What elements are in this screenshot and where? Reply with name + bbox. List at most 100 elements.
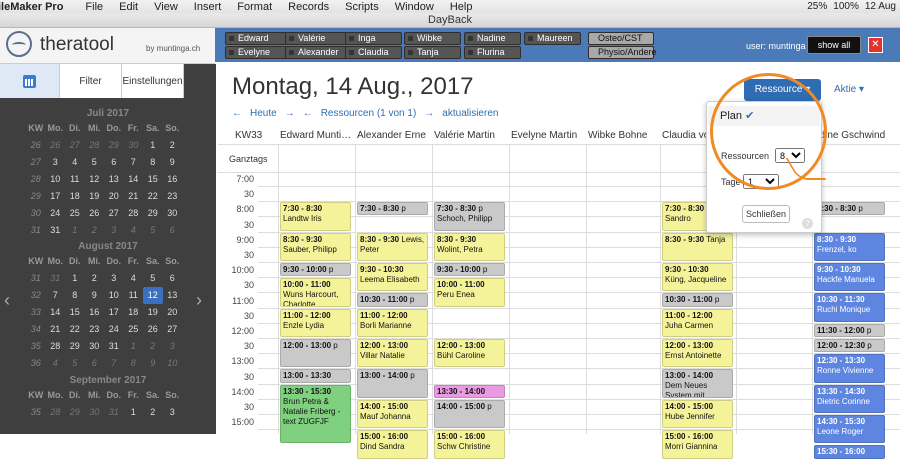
calendar-day[interactable]: 28 [85, 137, 105, 154]
menu-view[interactable]: View [154, 1, 178, 13]
column-header[interactable]: Wibke Bohne [588, 130, 662, 141]
calendar-day[interactable]: 22 [143, 188, 163, 205]
close-icon[interactable]: ✕ [868, 37, 883, 53]
tab-filter[interactable]: Filter [60, 64, 122, 98]
calendar-day[interactable]: 5 [65, 355, 85, 372]
event-block[interactable]: 8:30 - 9:30 Sauber, Philipp [280, 232, 351, 261]
calendar-day[interactable]: 13 [163, 287, 183, 304]
calendar-day[interactable]: 8 [124, 355, 144, 372]
event-block[interactable]: 10:00 - 11:00 Peru Enea [434, 278, 505, 307]
calendar-day[interactable]: 11 [65, 171, 85, 188]
chevron-left-icon[interactable]: ‹ [4, 290, 10, 311]
calendar-day[interactable]: 3 [46, 154, 66, 171]
calendar-day[interactable]: 30 [124, 137, 144, 154]
resource-claudia[interactable]: Claudia [345, 46, 402, 59]
calendar-day[interactable]: 14 [124, 171, 144, 188]
calendar-day[interactable]: 18 [65, 188, 85, 205]
calendar-day[interactable]: 14 [46, 304, 66, 321]
event-block[interactable]: 10:30 - 11:30 Ruchi Monique [814, 293, 885, 322]
calendar-day[interactable]: 16 [163, 171, 183, 188]
calendar-day[interactable]: 24 [46, 205, 66, 222]
menu-help[interactable]: Help [450, 1, 473, 13]
calendar-day[interactable]: 23 [85, 321, 105, 338]
menu-file[interactable]: File [85, 1, 103, 13]
event-block[interactable]: 11:00 - 12:00 Enzle Lydia [280, 308, 351, 337]
calendar-day[interactable]: 9 [163, 154, 183, 171]
event-block[interactable]: 13:00 - 13:30 Dem [280, 369, 351, 383]
tab-settings[interactable]: Einstellungen [122, 64, 184, 98]
column-header[interactable]: Alexander Erne [357, 130, 431, 141]
calendar-day[interactable]: 26 [46, 137, 66, 154]
calendar-day[interactable]: 27 [65, 137, 85, 154]
calendar-day[interactable]: 6 [104, 154, 124, 171]
event-block[interactable]: 11:30 - 12:00 p [814, 323, 885, 337]
calendar-day[interactable]: 8 [65, 287, 85, 304]
calendar-day[interactable]: 13 [104, 171, 124, 188]
event-block[interactable]: 9:30 - 10:30 Hackfe Manuela [814, 263, 885, 292]
resource-nadine[interactable]: Nadine [464, 32, 521, 45]
calendar-day[interactable]: 10 [104, 287, 124, 304]
calendar-day[interactable]: 29 [143, 205, 163, 222]
resources-nav[interactable]: Ressourcen (1 von 1) [321, 108, 417, 119]
calendar-day[interactable]: 29 [65, 338, 85, 355]
event-block[interactable]: 11:00 - 12:00 Juha Carmen [662, 308, 733, 337]
calendar-day[interactable]: 2 [143, 338, 163, 355]
calendar-day[interactable]: 21 [124, 188, 144, 205]
calendar-day[interactable]: 1 [143, 137, 163, 154]
calendar-day[interactable]: 11 [124, 287, 144, 304]
calendar-day[interactable]: 30 [163, 205, 183, 222]
calendar-day[interactable]: 31 [46, 270, 66, 287]
refresh-link[interactable]: aktualisieren [442, 108, 498, 119]
calendar-day[interactable]: 1 [65, 270, 85, 287]
calendar-day[interactable]: 28 [124, 205, 144, 222]
calendar-day[interactable]: 30 [85, 338, 105, 355]
event-block[interactable]: 7:30 - 8:30 p Schoch, Philipp [434, 202, 505, 231]
calendar-day[interactable]: 27 [163, 321, 183, 338]
event-block[interactable]: 14:00 - 15:00 Mauf Johanna [357, 399, 428, 429]
calendar-day[interactable]: 31 [46, 222, 66, 239]
calendar-day[interactable]: 2 [85, 270, 105, 287]
calendar-day[interactable]: 7 [46, 287, 66, 304]
calendar-day[interactable]: 5 [85, 154, 105, 171]
calendar-day[interactable]: 1 [124, 404, 144, 421]
menu-scripts[interactable]: Scripts [345, 1, 379, 13]
calendar-day[interactable]: 4 [124, 222, 144, 239]
event-block[interactable]: 14:00 - 15:00 p [434, 399, 505, 429]
event-block[interactable]: 11:00 - 12:00 Borli Marianne [357, 308, 428, 337]
event-block[interactable]: 15:30 - 16:00 Pelli [814, 445, 885, 459]
resource-alexander[interactable]: Alexander [285, 46, 347, 59]
calendar-day[interactable]: 25 [65, 205, 85, 222]
menu-insert[interactable]: Insert [194, 1, 222, 13]
actions-button[interactable]: Aktie ▾ [834, 84, 864, 95]
calendar-day[interactable]: 30 [85, 404, 105, 421]
calendar-day[interactable]: 28 [46, 404, 66, 421]
calendar-day[interactable]: 5 [143, 270, 163, 287]
column-header[interactable]: Edward Munti… [280, 130, 354, 141]
event-block[interactable]: 13:00 - 14:00 Dem Neues System mit [662, 369, 733, 398]
calendar-day[interactable]: 4 [65, 154, 85, 171]
calendar-day[interactable]: 3 [163, 404, 183, 421]
calendar-day[interactable]: 8 [143, 154, 163, 171]
calendar-day[interactable]: 7 [124, 154, 144, 171]
calendar-day[interactable]: 2 [163, 137, 183, 154]
calendar-day[interactable]: 6 [85, 355, 105, 372]
event-block[interactable]: 12:00 - 13:00 p [280, 339, 351, 368]
calendar-day[interactable]: 28 [46, 338, 66, 355]
group-osteo[interactable]: Osteo/CST [588, 32, 654, 45]
calendar-day[interactable]: 29 [65, 404, 85, 421]
event-block[interactable]: 7:30 - 8:30 p [814, 202, 885, 216]
prev-day-icon[interactable]: ← [232, 108, 242, 119]
event-block[interactable]: 7:30 - 8:30 Landtw Iris [280, 202, 351, 231]
event-block[interactable]: 14:30 - 15:30 Leone Roger [814, 415, 885, 444]
calendar-day[interactable]: 19 [143, 304, 163, 321]
calendar-day[interactable]: 9 [85, 287, 105, 304]
calendar-day[interactable]: 24 [104, 321, 124, 338]
event-block[interactable]: 12:00 - 13:00 Ernst Antoinette [662, 339, 733, 368]
calendar-day[interactable]: 26 [85, 205, 105, 222]
calendar-day[interactable]: 2 [143, 404, 163, 421]
event-block[interactable]: 12:30 - 13:30 Ronne Vivienne [814, 354, 885, 383]
calendar-day[interactable]: 18 [124, 304, 144, 321]
calendar-day[interactable]: 17 [46, 188, 66, 205]
event-block[interactable]: 10:30 - 11:00 p [662, 293, 733, 307]
calendar-day[interactable]: 17 [104, 304, 124, 321]
